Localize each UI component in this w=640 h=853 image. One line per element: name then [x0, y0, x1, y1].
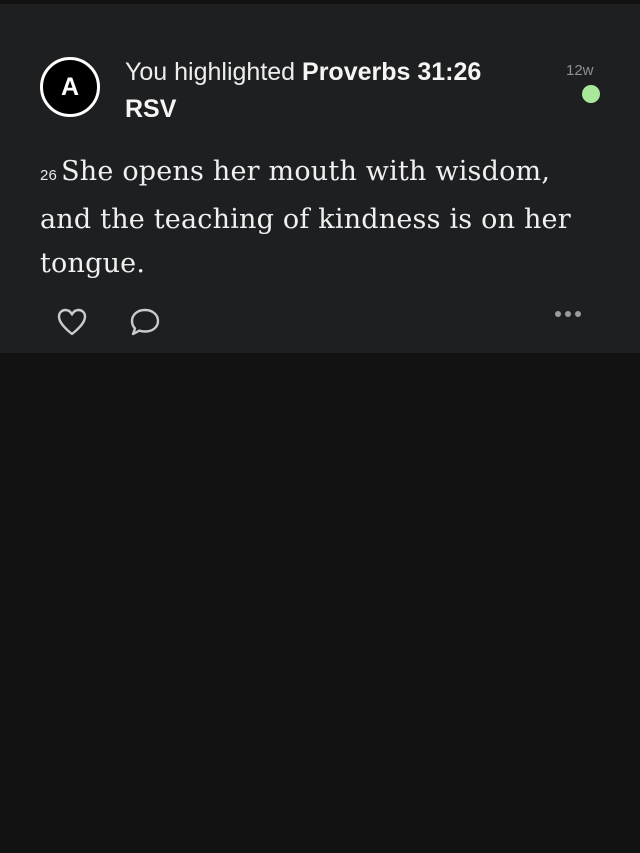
verse-text-block[interactable]: 26 She opens her mouth with wisdom, and t… — [40, 150, 600, 286]
ellipsis-icon — [555, 311, 581, 317]
like-button[interactable] — [52, 304, 92, 340]
timestamp: 12w — [566, 62, 594, 79]
speech-bubble-icon — [130, 308, 160, 336]
comment-button[interactable] — [125, 304, 165, 340]
bible-version[interactable]: RSV — [125, 95, 176, 123]
verse-number: 26 — [40, 167, 58, 184]
unread-status-dot — [582, 85, 600, 103]
avatar-initial: A — [60, 72, 80, 101]
more-options-button[interactable] — [548, 300, 588, 328]
headline-prefix: You highlighted — [125, 58, 296, 86]
avatar[interactable]: A — [40, 57, 100, 117]
highlight-activity-card: A You highlighted Proverbs 31:26 RSV 12w… — [0, 4, 640, 353]
verse-reference[interactable]: Proverbs 31:26 — [302, 58, 481, 86]
heart-outline-icon — [57, 308, 87, 336]
verse-text: She opens her mouth with wisdom, and the… — [40, 156, 571, 279]
activity-headline: You highlighted Proverbs 31:26 RSV — [125, 54, 545, 128]
